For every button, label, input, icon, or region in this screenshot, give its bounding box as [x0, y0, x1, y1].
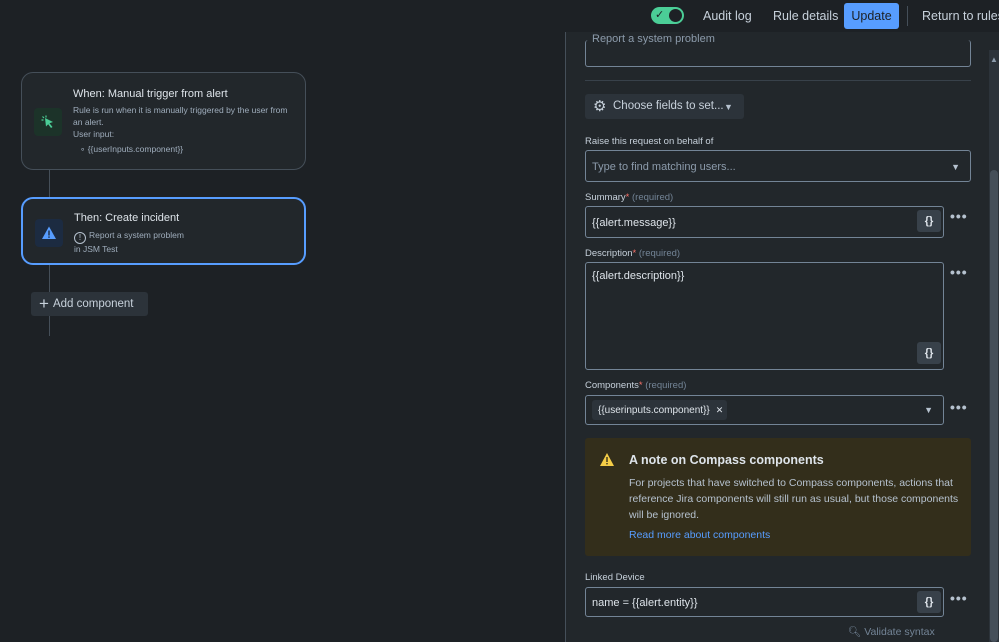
trigger-description: Rule is run when it is manually triggere…	[73, 105, 288, 139]
user-input-bullet: ∘ {{userInputs.component}}	[80, 144, 184, 154]
rule-details-link[interactable]: Rule details	[773, 9, 838, 23]
compass-note: A note on Compass components For project…	[585, 438, 971, 556]
components-label: Components* (required)	[585, 380, 687, 391]
more-options-icon[interactable]: •••	[950, 399, 968, 415]
cursor-click-icon	[34, 108, 62, 136]
search-icon: 🔍︎	[848, 626, 862, 638]
chevron-down-icon: ▼	[724, 102, 733, 112]
info-icon: !	[74, 232, 86, 244]
more-options-icon[interactable]: •••	[950, 208, 968, 224]
choose-fields-button[interactable]: ⚙ Choose fields to set... ▼	[585, 94, 744, 119]
linked-device-label: Linked Device	[585, 572, 645, 583]
warning-icon	[35, 219, 63, 247]
gear-icon: ⚙	[593, 98, 607, 115]
scrollbar-thumb[interactable]	[990, 170, 998, 642]
request-type-field[interactable]: Report a system problem	[585, 33, 971, 67]
update-button[interactable]: Update	[844, 3, 899, 29]
linked-device-input[interactable]: name = {{alert.entity}}	[585, 587, 944, 617]
divider	[907, 6, 908, 26]
trigger-card[interactable]: When: Manual trigger from alert Rule is …	[21, 72, 306, 170]
description-textarea[interactable]: {{alert.description}}	[585, 262, 944, 370]
return-to-rules-link[interactable]: Return to rules	[922, 9, 999, 23]
chevron-down-icon: ▼	[924, 405, 933, 415]
description-label: Description* (required)	[585, 248, 681, 259]
note-title: A note on Compass components	[629, 453, 824, 467]
scroll-up-icon[interactable]: ▲	[990, 55, 998, 64]
read-more-link[interactable]: Read more about components	[629, 529, 770, 541]
audit-log-link[interactable]: Audit log	[703, 9, 752, 23]
divider	[585, 80, 971, 81]
validate-syntax-link[interactable]: 🔍︎ Validate syntax	[848, 625, 935, 638]
add-component-button[interactable]: + Add component	[31, 292, 148, 316]
behalf-user-select[interactable]: Type to find matching users... ▼	[585, 150, 971, 182]
remove-icon[interactable]: ✕	[716, 405, 724, 415]
rule-enabled-toggle[interactable]: ✓	[651, 7, 684, 24]
summary-input[interactable]: {{alert.message}}	[585, 206, 944, 238]
behalf-label: Raise this request on behalf of	[585, 136, 714, 147]
component-tag: {{userinputs.component}} ✕	[592, 400, 728, 420]
action-card[interactable]: Then: Create incident ! Report a system p…	[21, 197, 306, 265]
flow-connector	[49, 316, 50, 336]
flow-connector	[49, 265, 50, 292]
smart-value-button[interactable]: {}	[917, 591, 941, 613]
warning-icon	[600, 453, 614, 466]
plus-icon: +	[39, 294, 49, 313]
top-bar: ✓ Audit log Rule details Update Return t…	[0, 0, 999, 32]
summary-label: Summary* (required)	[585, 192, 674, 203]
smart-value-button[interactable]: {}	[917, 342, 941, 364]
action-subtitle: ! Report a system problem in JSM Test	[74, 230, 184, 254]
smart-value-button[interactable]: {}	[917, 210, 941, 232]
more-options-icon[interactable]: •••	[950, 264, 968, 280]
chevron-down-icon: ▼	[951, 162, 960, 172]
trigger-title: When: Manual trigger from alert	[73, 88, 228, 100]
more-options-icon[interactable]: •••	[950, 590, 968, 606]
check-icon: ✓	[655, 9, 665, 21]
note-body: For projects that have switched to Compa…	[629, 477, 959, 521]
action-title: Then: Create incident	[74, 212, 180, 224]
flow-connector	[49, 170, 50, 197]
